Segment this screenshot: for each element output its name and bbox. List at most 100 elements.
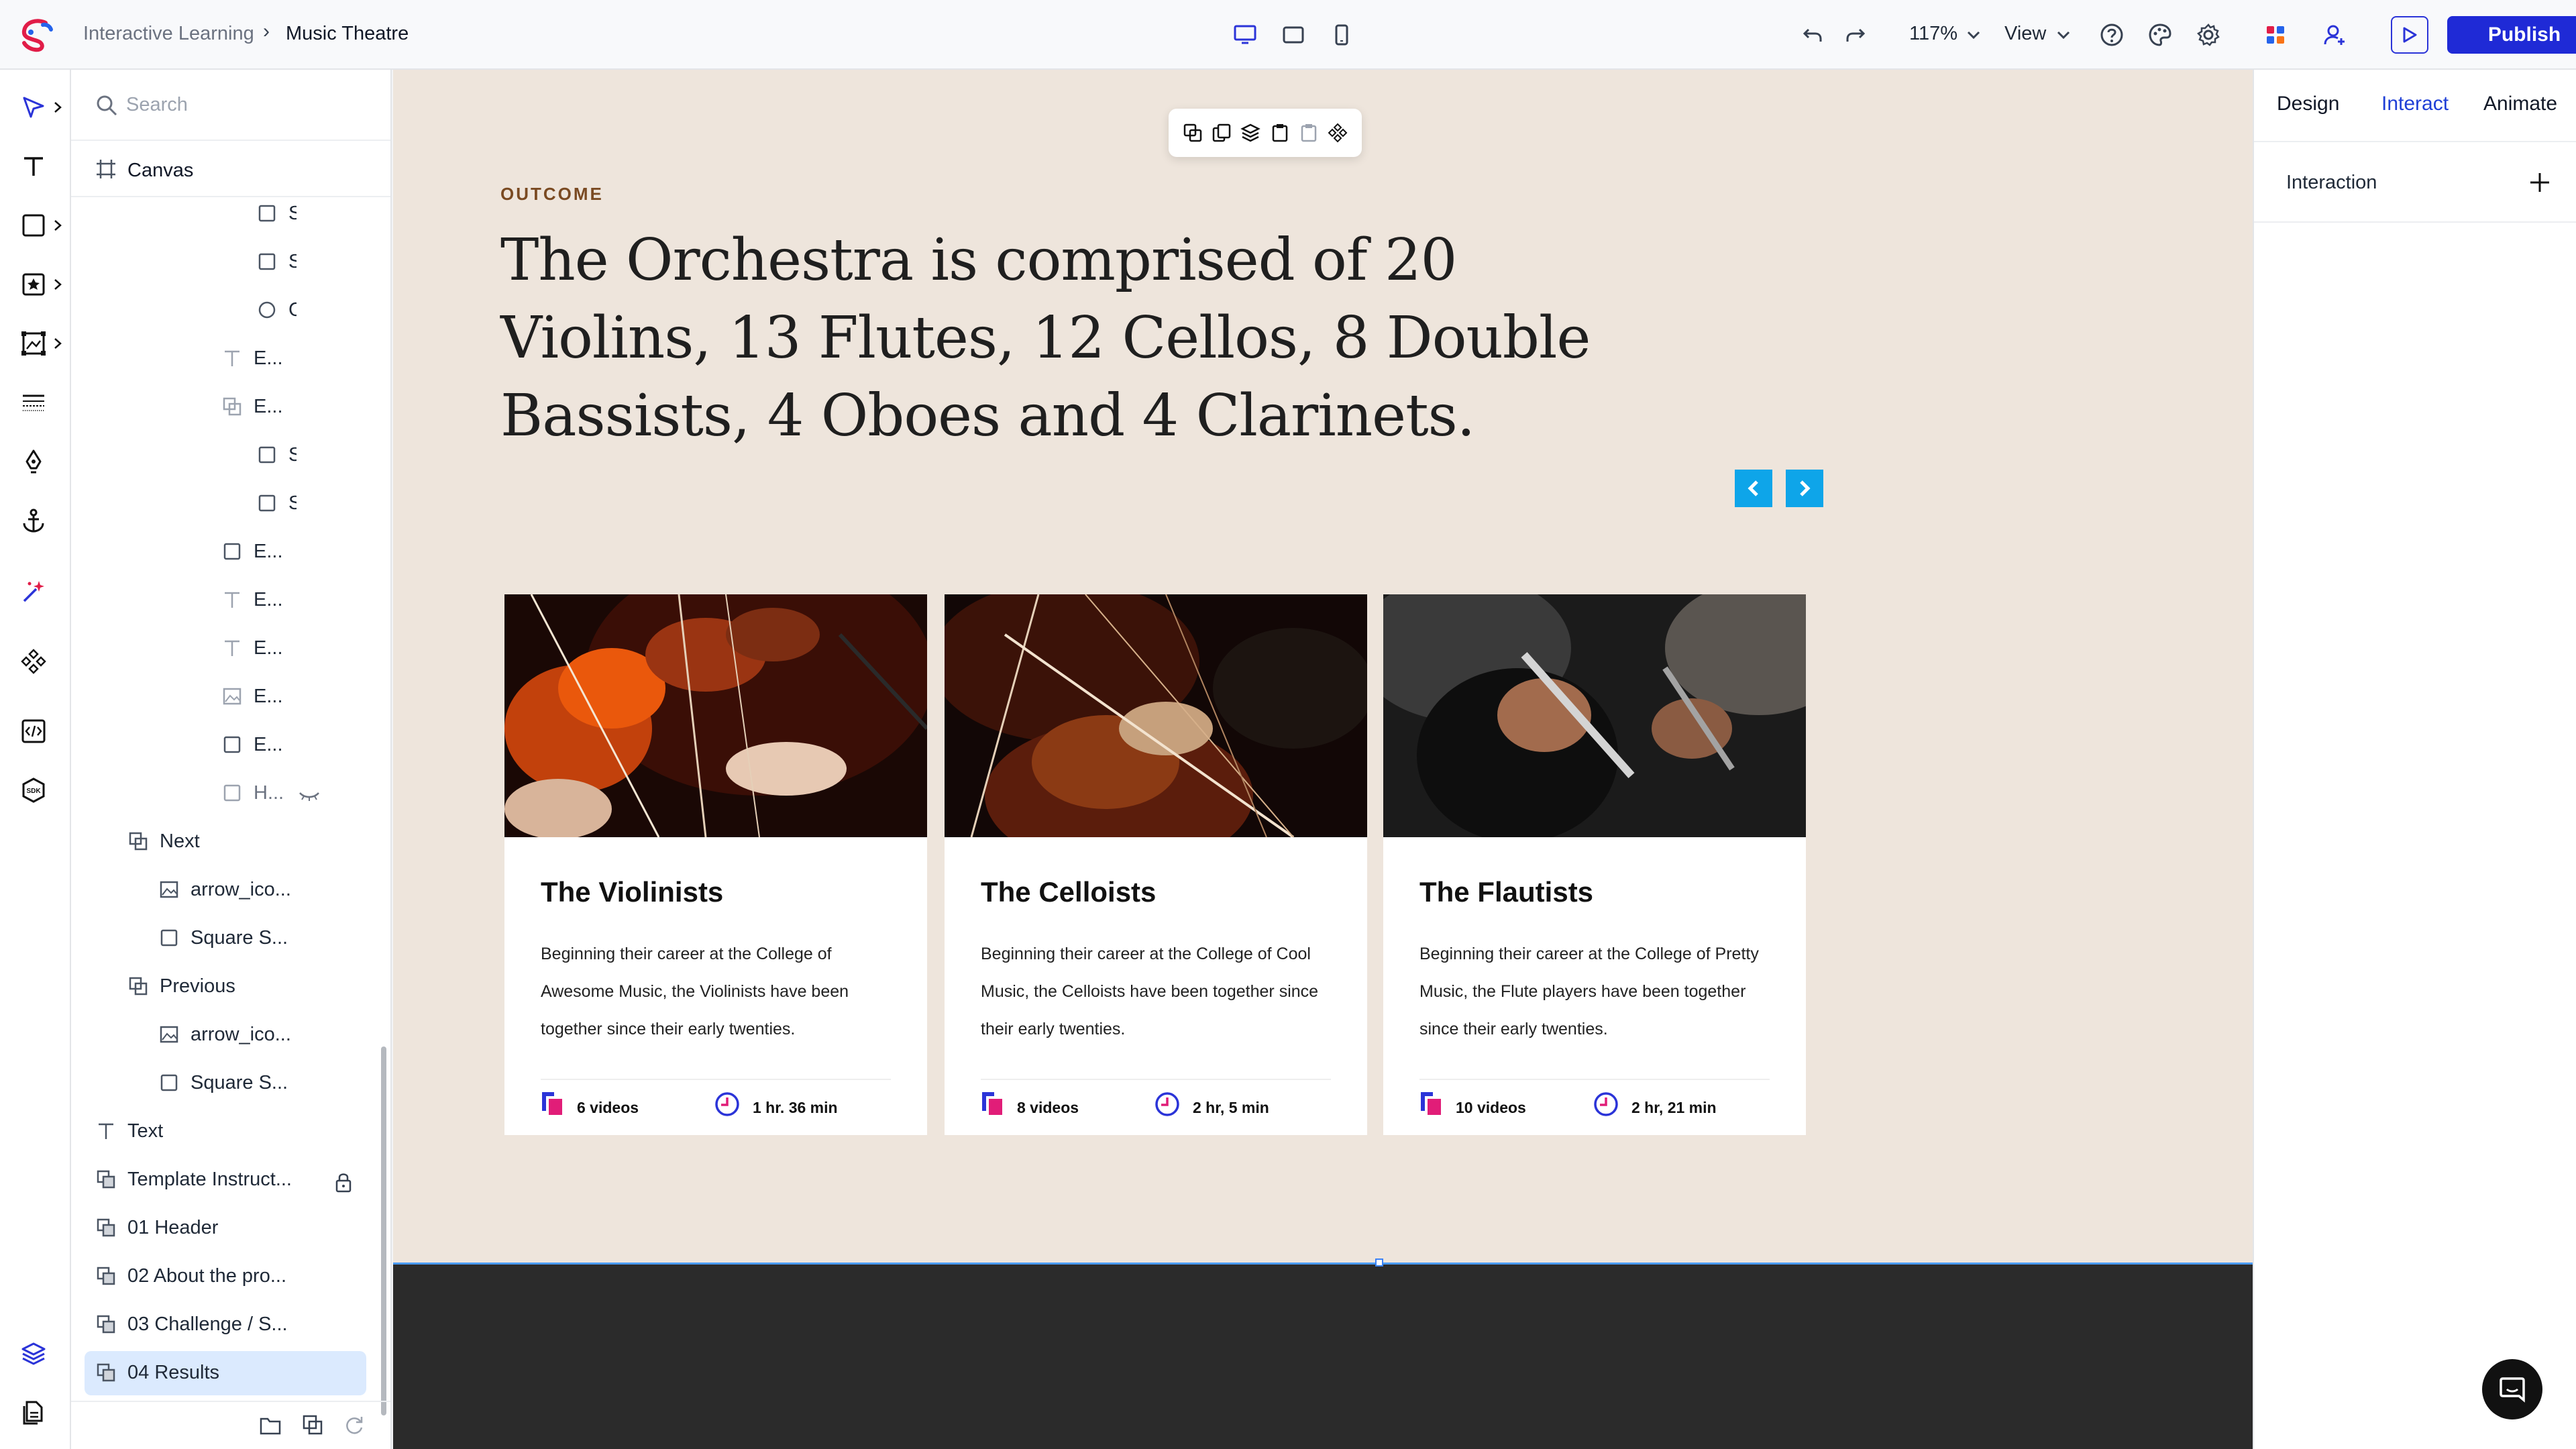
media-tool-icon[interactable]	[20, 327, 52, 360]
select-tool-chevron-icon[interactable]	[52, 101, 63, 114]
copy-icon[interactable]	[1180, 120, 1205, 146]
lock-icon[interactable]	[334, 1171, 353, 1193]
card-divider	[541, 1079, 891, 1080]
mobile-view-icon[interactable]	[1330, 23, 1354, 47]
course-card-flautists[interactable]: The Flautists Beginning their career at …	[1383, 594, 1806, 1135]
layer-row[interactable]: E...	[221, 386, 380, 427]
theme-palette-icon[interactable]	[2148, 23, 2172, 47]
layer-row-text[interactable]: Text	[95, 1111, 380, 1151]
widget-tool-icon[interactable]	[20, 268, 52, 301]
layer-row-next[interactable]: Next	[127, 821, 380, 861]
shape-tool-icon[interactable]	[20, 209, 52, 241]
view-chevron-down-icon[interactable]	[2051, 23, 2076, 47]
duplicate-layer-icon[interactable]	[1209, 120, 1234, 146]
layer-row-previous[interactable]: Previous	[127, 966, 380, 1006]
breadcrumb-current: Music Theatre	[286, 23, 409, 44]
resize-handle[interactable]	[1375, 1258, 1383, 1267]
course-card-violinists[interactable]: The Violinists Beginning their career at…	[504, 594, 927, 1135]
zoom-level[interactable]: 117%	[1909, 23, 1957, 45]
new-folder-icon[interactable]	[259, 1415, 282, 1436]
square-shape-icon	[258, 205, 276, 222]
card-title: The Violinists	[541, 876, 724, 908]
layer-label: arrow_ico...	[191, 879, 291, 900]
text-tool-icon[interactable]	[20, 150, 52, 182]
ai-sparkle-tool-icon[interactable]	[20, 576, 52, 608]
next-section-dark[interactable]	[393, 1263, 2253, 1449]
layer-label: S	[288, 251, 297, 272]
layer-row[interactable]: E...	[221, 531, 380, 572]
layer-label: E...	[254, 347, 283, 369]
share-user-icon[interactable]	[2322, 23, 2347, 47]
layer-row[interactable]: C	[256, 290, 380, 330]
preview-play-button[interactable]	[2391, 16, 2428, 54]
zoom-chevron-down-icon[interactable]	[1962, 23, 1986, 47]
anchor-tool-icon[interactable]	[20, 504, 52, 537]
square-shape-icon	[223, 784, 241, 802]
hidden-eye-icon[interactable]	[298, 789, 321, 802]
layer-row[interactable]: arrow_ico...	[158, 1014, 380, 1055]
chevron-right-icon	[1800, 480, 1811, 496]
media-tool-chevron-icon[interactable]	[52, 337, 63, 350]
layer-row[interactable]: Square S...	[158, 918, 380, 958]
layer-row-01-header[interactable]: 01 Header	[95, 1208, 380, 1248]
layers-scrollbar[interactable]	[381, 1046, 386, 1415]
clock-icon	[1155, 1092, 1179, 1116]
line-pattern-tool-icon[interactable]	[20, 386, 52, 419]
layer-row-02-about[interactable]: 02 About the pro...	[95, 1256, 380, 1296]
add-interaction-plus-icon[interactable]	[2525, 168, 2555, 197]
layer-row-04-results[interactable]: 04 Results	[95, 1352, 380, 1393]
support-chat-button[interactable]	[2482, 1359, 2542, 1419]
search-input[interactable]	[126, 90, 368, 119]
tablet-view-icon[interactable]	[1281, 23, 1305, 47]
layer-row[interactable]: arrow_ico...	[158, 869, 380, 910]
settings-gear-icon[interactable]	[2196, 23, 2220, 47]
paste-style-icon[interactable]	[1267, 120, 1293, 146]
sdk-tool-icon[interactable]: SDK	[20, 774, 52, 806]
desktop-view-icon[interactable]	[1233, 23, 1257, 47]
refresh-icon[interactable]	[343, 1414, 365, 1436]
select-tool-icon[interactable]	[20, 91, 52, 123]
tab-interact[interactable]: Interact	[2381, 93, 2449, 115]
view-menu[interactable]: View	[2004, 23, 2046, 45]
layer-row[interactable]: S	[256, 435, 380, 475]
course-card-celloists[interactable]: The Celloists Beginning their career at …	[945, 594, 1367, 1135]
floating-toolbar	[1169, 109, 1362, 157]
breadcrumb-parent[interactable]: Interactive Learning	[83, 23, 254, 45]
layer-row[interactable]: E...	[221, 724, 380, 765]
layer-row[interactable]: E...	[221, 628, 380, 668]
layer-row[interactable]: E...	[221, 676, 380, 716]
layer-row[interactable]: Square S...	[158, 1063, 380, 1103]
publish-button[interactable]: Publish	[2447, 16, 2576, 54]
clock-icon	[715, 1092, 739, 1116]
components-tool-icon[interactable]	[20, 645, 52, 678]
layer-row[interactable]: S	[256, 483, 380, 523]
group-icon	[97, 1363, 115, 1382]
design-canvas[interactable]: OUTCOME The Orchestra is comprised of 20…	[393, 70, 2253, 1449]
next-button[interactable]	[1786, 470, 1823, 507]
square-shape-icon	[258, 494, 276, 512]
tab-animate[interactable]: Animate	[2483, 93, 2557, 115]
previous-button[interactable]	[1735, 470, 1772, 507]
layer-row[interactable]: E...	[221, 580, 380, 620]
layer-row[interactable]: S	[256, 193, 380, 233]
pen-tool-icon[interactable]	[20, 445, 52, 478]
apps-grid-icon[interactable]	[2263, 23, 2288, 47]
redo-icon[interactable]	[1843, 23, 1868, 47]
layer-row[interactable]: S	[256, 241, 380, 282]
help-icon[interactable]	[2100, 23, 2124, 47]
tab-design[interactable]: Design	[2277, 93, 2339, 115]
code-embed-tool-icon[interactable]	[20, 715, 52, 747]
layer-row-03-challenge[interactable]: 03 Challenge / S...	[95, 1304, 380, 1344]
arrange-layers-icon[interactable]	[1238, 120, 1263, 146]
app-logo-icon[interactable]	[19, 19, 56, 52]
circle-shape-icon	[258, 301, 276, 319]
layer-row[interactable]: E...	[221, 338, 380, 378]
component-icon[interactable]	[1325, 120, 1350, 146]
layers-panel-icon[interactable]	[20, 1338, 52, 1370]
canvas-layer-row[interactable]: Canvas	[71, 141, 390, 197]
pages-panel-icon[interactable]	[20, 1397, 52, 1429]
duplicate-icon[interactable]	[302, 1414, 323, 1436]
widget-tool-chevron-icon[interactable]	[52, 278, 63, 291]
shape-tool-chevron-icon[interactable]	[52, 219, 63, 232]
undo-icon[interactable]	[1801, 23, 1825, 47]
